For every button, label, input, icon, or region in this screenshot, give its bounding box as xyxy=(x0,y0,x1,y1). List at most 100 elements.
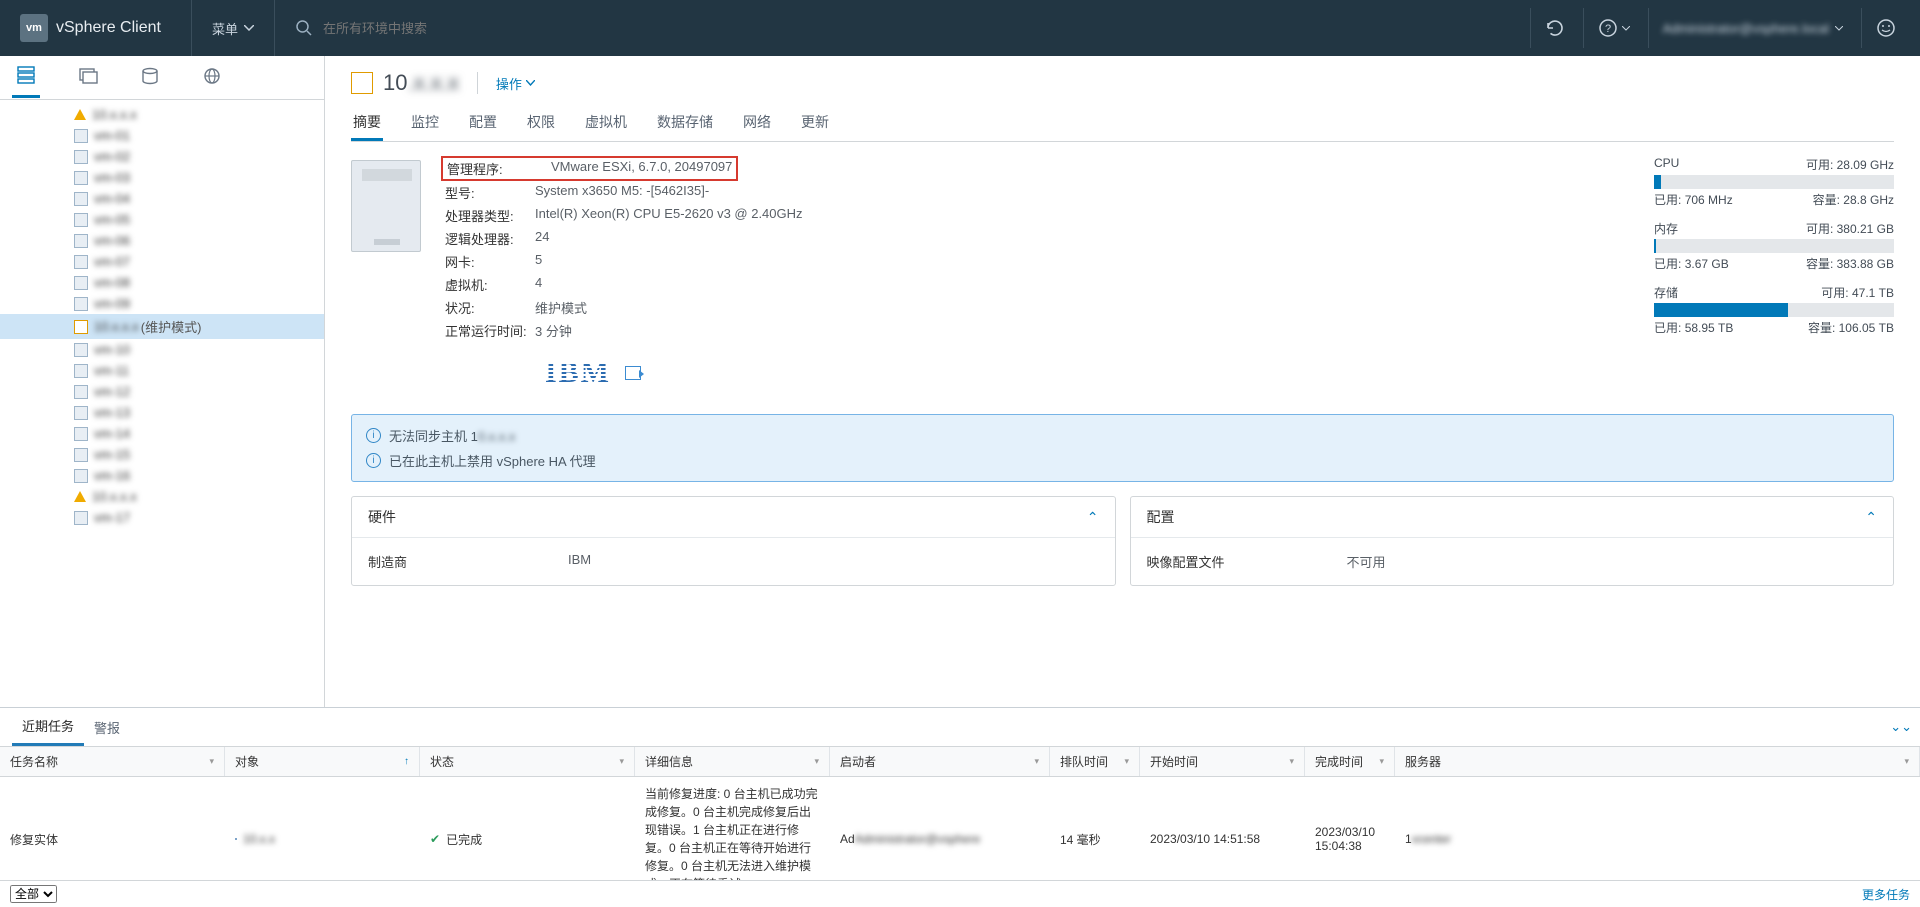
tree-item[interactable]: vm-07 xyxy=(0,251,324,272)
th-server[interactable]: 服务器▾ xyxy=(1395,747,1920,776)
vm-icon xyxy=(74,364,88,378)
th-initiator[interactable]: 启动者▾ xyxy=(830,747,1050,776)
content: 10.x.x.x 操作 摘要监控配置权限虚拟机数据存储网络更新 管理程序:VMw… xyxy=(325,56,1920,707)
hypervisor-label: 管理程序: xyxy=(447,159,537,178)
vm-icon xyxy=(74,276,88,290)
export-icon[interactable] xyxy=(625,366,641,380)
tab-监控[interactable]: 监控 xyxy=(409,106,441,141)
th-status[interactable]: 状态▾ xyxy=(420,747,635,776)
tasks-header: 任务名称▾ 对象↑ 状态▾ 详细信息▾ 启动者▾ 排队时间▾ 开始时间▾ 完成时… xyxy=(0,747,1920,777)
th-detail[interactable]: 详细信息▾ xyxy=(635,747,830,776)
tree-suffix: (维护模式) xyxy=(141,317,202,336)
tree-item[interactable]: vm-06 xyxy=(0,230,324,251)
app-title: vSphere Client xyxy=(56,19,161,37)
storage-cap-label: 容量: xyxy=(1808,321,1835,335)
tree-item[interactable]: vm-04 xyxy=(0,188,324,209)
tree-label: vm-10 xyxy=(94,342,130,357)
refresh-icon xyxy=(1545,18,1565,38)
search-input[interactable] xyxy=(323,21,623,36)
tree-item[interactable]: vm-08 xyxy=(0,272,324,293)
cpu-cap: 28.8 GHz xyxy=(1843,193,1894,207)
tree-item[interactable]: vm-09 xyxy=(0,293,324,314)
tree-item[interactable]: vm-11 xyxy=(0,360,324,381)
menu-button[interactable]: 菜单 xyxy=(191,0,275,56)
search-box[interactable] xyxy=(295,19,1530,37)
info-icon: i xyxy=(366,428,381,443)
hosts-icon xyxy=(16,66,36,84)
tab-alarms[interactable]: 警报 xyxy=(84,710,130,745)
cpu-used: 706 MHz xyxy=(1685,193,1733,207)
mem-cap: 383.88 GB xyxy=(1837,257,1894,271)
smiley-button[interactable] xyxy=(1861,8,1910,48)
user-label: Administrator@vsphere.local xyxy=(1663,21,1829,36)
tree-item[interactable]: vm-02 xyxy=(0,146,324,167)
vm-icon xyxy=(74,234,88,248)
menu-label: 菜单 xyxy=(212,19,238,38)
refresh-button[interactable] xyxy=(1530,8,1579,48)
tree-label: vm-07 xyxy=(94,254,130,269)
logical-cpu-value: 24 xyxy=(535,229,549,248)
tree-label: vm-04 xyxy=(94,191,130,206)
tab-虚拟机[interactable]: 虚拟机 xyxy=(583,106,629,141)
user-menu[interactable]: Administrator@vsphere.local xyxy=(1648,8,1857,48)
task-row[interactable]: 修复实体 10.x.x ✔已完成 当前修复进度: 0 台主机已成功完成修复。0 … xyxy=(0,777,1920,880)
th-object[interactable]: 对象↑ xyxy=(225,747,420,776)
config-title: 配置 xyxy=(1147,507,1175,527)
inventory-tree[interactable]: 10.x.x.xvm-01vm-02vm-03vm-04vm-05vm-06vm… xyxy=(0,100,324,707)
tree-item[interactable]: vm-14 xyxy=(0,423,324,444)
th-queued[interactable]: 排队时间▾ xyxy=(1050,747,1140,776)
tab-更新[interactable]: 更新 xyxy=(799,106,831,141)
nic-value: 5 xyxy=(535,252,542,271)
tab-权限[interactable]: 权限 xyxy=(525,106,557,141)
tree-item[interactable]: vm-05 xyxy=(0,209,324,230)
tree-item[interactable]: 10.x.x.x (维护模式) xyxy=(0,314,324,339)
tree-item[interactable]: vm-12 xyxy=(0,381,324,402)
tab-vms-templates[interactable] xyxy=(74,59,102,96)
state-label: 状况: xyxy=(445,298,535,317)
tab-网络[interactable]: 网络 xyxy=(741,106,773,141)
tree-item[interactable]: vm-16 xyxy=(0,465,324,486)
storage-cap: 106.05 TB xyxy=(1839,321,1894,335)
tree-item[interactable]: vm-15 xyxy=(0,444,324,465)
uptime-label: 正常运行时间: xyxy=(445,321,535,340)
tree-item[interactable]: vm-01 xyxy=(0,125,324,146)
host-maintenance-icon xyxy=(351,72,373,94)
help-button[interactable]: ? xyxy=(1583,8,1644,48)
tree-item[interactable]: vm-13 xyxy=(0,402,324,423)
actions-label: 操作 xyxy=(496,74,522,93)
tab-配置[interactable]: 配置 xyxy=(467,106,499,141)
tree-label: vm-03 xyxy=(94,170,130,185)
alert2-text: 已在此主机上禁用 vSphere HA 代理 xyxy=(389,451,596,470)
cpu-free-label: 可用: xyxy=(1806,158,1833,172)
tree-item[interactable]: 10.x.x.x xyxy=(0,104,324,125)
tab-storage[interactable] xyxy=(136,59,164,96)
tree-item[interactable]: vm-03 xyxy=(0,167,324,188)
more-tasks-link[interactable]: 更多任务 xyxy=(1862,886,1910,903)
tab-recent-tasks[interactable]: 近期任务 xyxy=(12,708,84,746)
tab-networking[interactable] xyxy=(198,59,226,96)
mem-free: 380.21 GB xyxy=(1837,222,1894,236)
task-object: 10.x.x xyxy=(225,777,420,880)
mem-title: 内存 xyxy=(1654,220,1678,237)
vm-icon xyxy=(74,171,88,185)
tree-label: 10.x.x.x xyxy=(94,319,139,334)
collapse-icon[interactable]: ⌃ xyxy=(1865,509,1877,526)
th-name[interactable]: 任务名称▾ xyxy=(0,747,225,776)
collapse-tasks-icon[interactable]: ⌄⌄ xyxy=(1890,719,1912,735)
th-end[interactable]: 完成时间▾ xyxy=(1305,747,1395,776)
tasks-filter[interactable]: 全部 xyxy=(10,885,57,903)
tree-item[interactable]: vm-10 xyxy=(0,339,324,360)
tab-数据存储[interactable]: 数据存储 xyxy=(655,106,715,141)
collapse-icon[interactable]: ⌃ xyxy=(1087,509,1099,526)
th-start[interactable]: 开始时间▾ xyxy=(1140,747,1305,776)
tree-item[interactable]: vm-17 xyxy=(0,507,324,528)
task-start: 2023/03/10 14:51:58 xyxy=(1140,777,1305,880)
tree-item[interactable]: 10.x.x.x xyxy=(0,486,324,507)
tree-label: vm-15 xyxy=(94,447,130,462)
nic-label: 网卡: xyxy=(445,252,535,271)
actions-menu[interactable]: 操作 xyxy=(496,74,535,93)
tab-摘要[interactable]: 摘要 xyxy=(351,106,383,141)
tab-hosts-clusters[interactable] xyxy=(12,58,40,98)
tree-label: vm-17 xyxy=(94,510,130,525)
help-icon: ? xyxy=(1598,18,1618,38)
